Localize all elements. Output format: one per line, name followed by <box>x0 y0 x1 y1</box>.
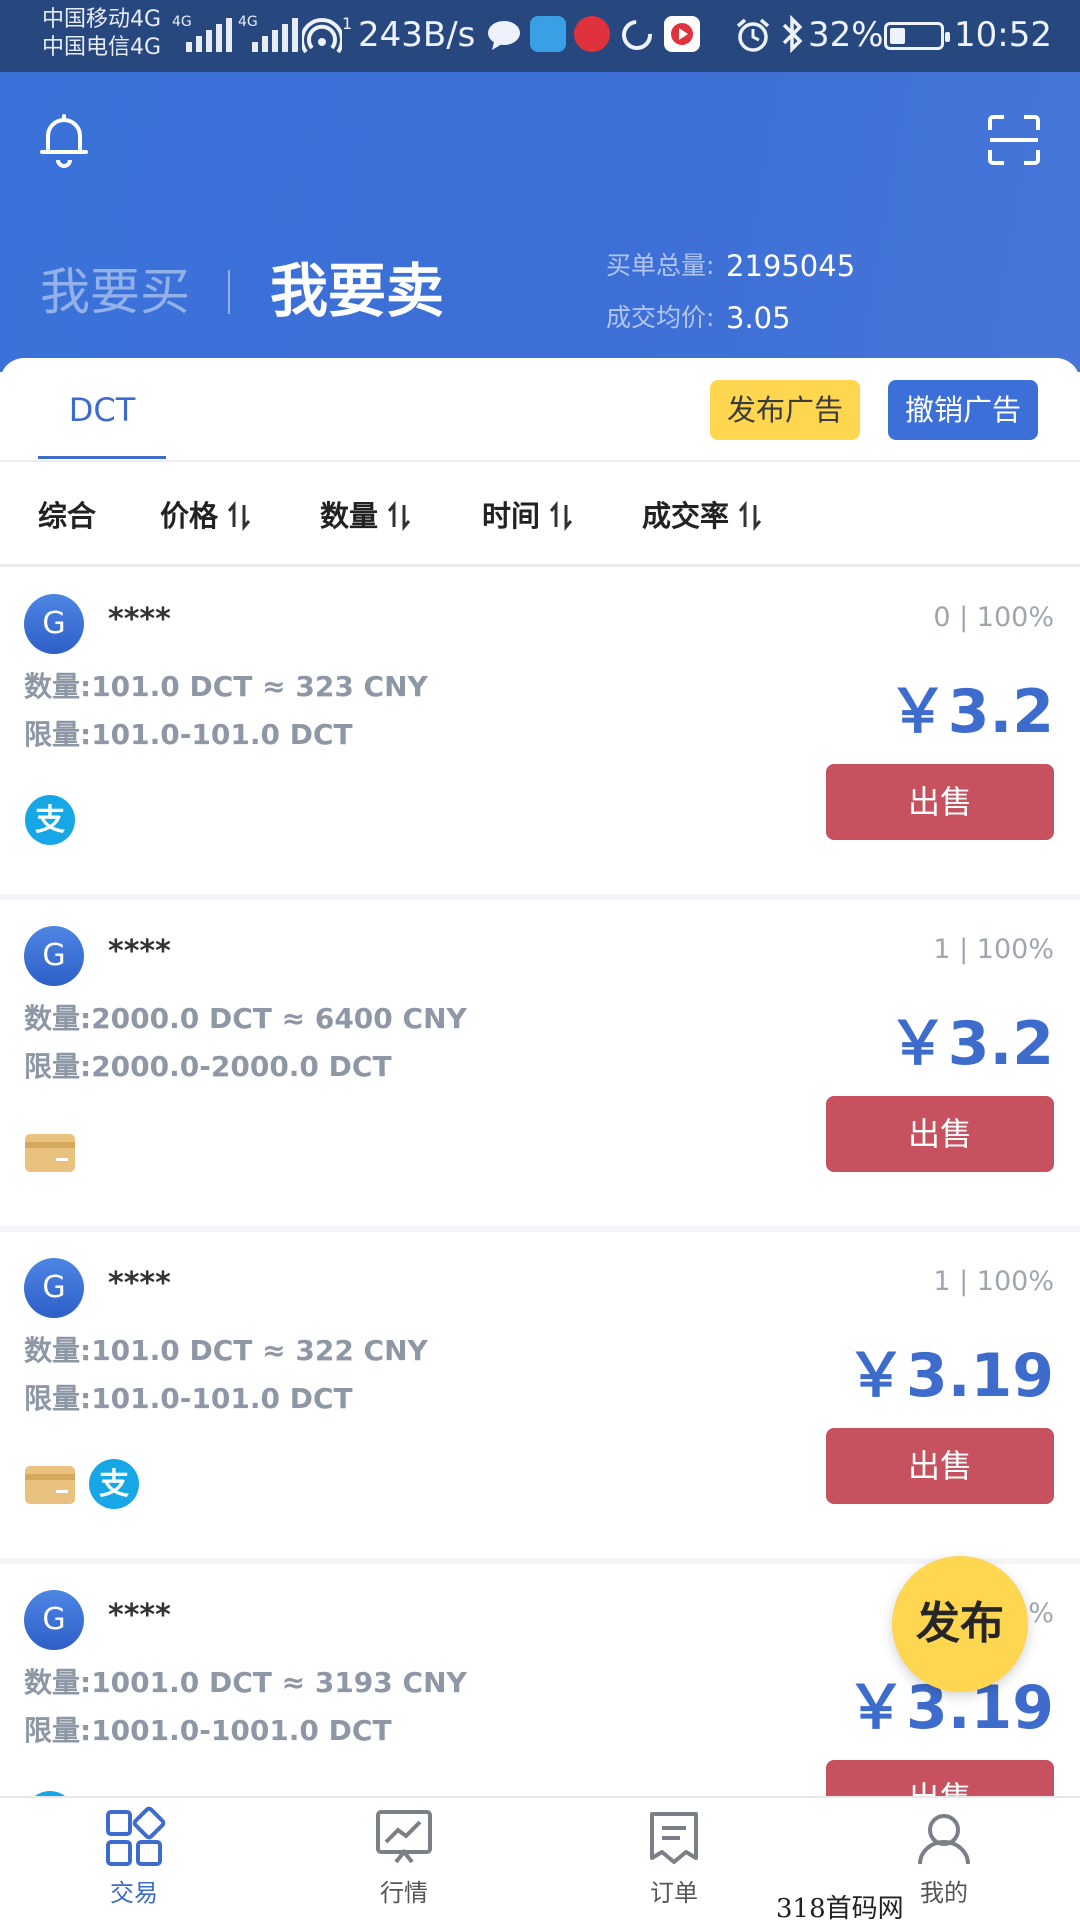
sort-arrows-icon <box>550 501 573 531</box>
quantity-text: 数量:1001.0 DCT ≈ 3193 CNY <box>24 1666 467 1699</box>
sort-rate-label: 成交率 <box>642 499 730 533</box>
price: ￥3.19 <box>845 1341 1054 1411</box>
alarm-icon <box>736 18 770 52</box>
price: ￥3.2 <box>887 1009 1054 1079</box>
divider <box>0 564 1080 567</box>
cancel-ad-button[interactable]: 撤销广告 <box>888 380 1038 440</box>
signal-icon <box>252 16 300 52</box>
header: 我要买 我要卖 买单总量: 2195045 成交均价: 3.05 <box>0 72 1080 372</box>
limit-text: 限量:101.0-101.0 DCT <box>24 718 353 751</box>
avatar: G <box>24 1258 84 1318</box>
hotspot-count: 1 <box>342 14 353 33</box>
carrier-1: 中国移动4G <box>42 7 162 32</box>
sort-price[interactable]: 价格 <box>160 496 251 536</box>
sell-button[interactable]: 出售 <box>826 1428 1054 1504</box>
avg-price-label: 成交均价: <box>606 303 715 332</box>
toutiao-icon <box>574 16 610 52</box>
avg-price-value: 3.05 <box>726 301 791 335</box>
carrier-info: 中国移动4G 中国电信4G <box>42 6 161 62</box>
limit-text: 限量:101.0-101.0 DCT <box>24 1382 353 1415</box>
svg-text:支: 支 <box>99 1467 129 1502</box>
bell-icon[interactable] <box>38 112 90 168</box>
buy-total-value: 2195045 <box>726 249 856 283</box>
tab-dct[interactable]: DCT <box>38 388 166 432</box>
market-chart-icon <box>376 1810 432 1864</box>
sort-all[interactable]: 综合 <box>38 496 96 536</box>
sort-arrows-icon <box>739 501 762 531</box>
scan-icon[interactable] <box>986 114 1042 166</box>
alipay-icon: 支 <box>25 795 75 845</box>
trade-icon <box>106 1806 166 1866</box>
publish-fab[interactable]: 发布 <box>892 1556 1028 1692</box>
clock: 10:52 <box>954 15 1052 55</box>
bank-card-icon <box>25 1134 75 1172</box>
limit-text: 限量:2000.0-2000.0 DCT <box>24 1050 392 1083</box>
quantity-text: 数量:2000.0 DCT ≈ 6400 CNY <box>24 1002 467 1035</box>
trade-stats: 0 | 100% <box>933 602 1054 633</box>
trade-stats: 1 | 100% <box>933 934 1054 965</box>
trade-stats: 1 | 100% <box>933 1266 1054 1297</box>
listing-card: G **** 1 | 100% 数量:101.0 DCT ≈ 322 CNY 限… <box>0 1232 1080 1558</box>
limit-text: 限量:1001.0-1001.0 DCT <box>24 1714 392 1747</box>
quantity-text: 数量:101.0 DCT ≈ 322 CNY <box>24 1334 428 1367</box>
sort-quantity-label: 数量 <box>320 499 379 533</box>
avatar: G <box>24 594 84 654</box>
bank-card-icon <box>25 1466 75 1504</box>
sort-all-label: 综合 <box>38 499 97 533</box>
seller-name: **** <box>108 1598 171 1633</box>
sell-button[interactable]: 出售 <box>826 764 1054 840</box>
orders-icon <box>650 1812 698 1864</box>
sort-bar: 综合 价格 数量 时间 成交率 <box>0 462 1080 568</box>
sort-quantity[interactable]: 数量 <box>320 496 411 536</box>
tab-sell[interactable]: 我要卖 <box>270 258 444 324</box>
price: ￥3.2 <box>887 677 1054 747</box>
listing-card: G **** 0 | 100% 数量:101.0 DCT ≈ 323 CNY 限… <box>0 568 1080 894</box>
buy-total-label: 买单总量: <box>606 251 715 280</box>
hotspot-icon <box>302 18 342 54</box>
listing-card: G **** 1 | 100% 数量:2000.0 DCT ≈ 6400 CNY… <box>0 900 1080 1226</box>
seller-name: **** <box>108 934 171 969</box>
nav-orders[interactable]: 订单 <box>604 1806 744 1916</box>
avatar: G <box>24 1590 84 1650</box>
carrier-2: 中国电信4G <box>42 35 162 60</box>
dingtalk-icon <box>530 16 566 52</box>
nav-orders-label: 订单 <box>650 1879 698 1907</box>
tab-divider <box>228 270 230 314</box>
tab-indicator <box>38 456 166 459</box>
svg-text:支: 支 <box>35 803 65 838</box>
nav-trade-label: 交易 <box>110 1879 158 1907</box>
alipay-icon: 支 <box>89 1459 139 1509</box>
sort-rate[interactable]: 成交率 <box>642 496 762 536</box>
nav-market-label: 行情 <box>380 1879 428 1907</box>
sync-icon <box>622 20 652 50</box>
battery-icon <box>884 22 950 50</box>
network-speed: 243B/s <box>358 15 476 55</box>
sort-time[interactable]: 时间 <box>482 496 573 536</box>
user-icon <box>918 1814 970 1865</box>
sell-button[interactable]: 出售 <box>826 1096 1054 1172</box>
sort-arrows-icon <box>228 501 251 531</box>
bluetooth-icon <box>782 14 803 54</box>
post-ad-button[interactable]: 发布广告 <box>710 380 860 440</box>
sort-time-label: 时间 <box>482 499 541 533</box>
watermark: 318首码网 www.E318.com <box>776 1894 904 1920</box>
battery-percent: 32% <box>808 15 884 55</box>
seller-name: **** <box>108 602 171 637</box>
signal-icon <box>186 16 234 52</box>
message-icon <box>488 21 520 50</box>
seller-name: **** <box>108 1266 171 1301</box>
nav-market[interactable]: 行情 <box>334 1806 474 1916</box>
sell-button[interactable]: 出售 <box>826 1760 1054 1796</box>
tab-buy[interactable]: 我要买 <box>40 262 190 322</box>
video-app-icon <box>664 16 700 52</box>
sort-arrows-icon <box>388 501 411 531</box>
battery-fill <box>890 28 905 44</box>
sort-price-label: 价格 <box>160 499 219 533</box>
status-bar: 中国移动4G 中国电信4G 4G 4G 1 243B/s 32% 10:52 <box>0 0 1080 72</box>
quantity-text: 数量:101.0 DCT ≈ 323 CNY <box>24 670 428 703</box>
avatar: G <box>24 926 84 986</box>
nav-trade[interactable]: 交易 <box>64 1806 204 1916</box>
